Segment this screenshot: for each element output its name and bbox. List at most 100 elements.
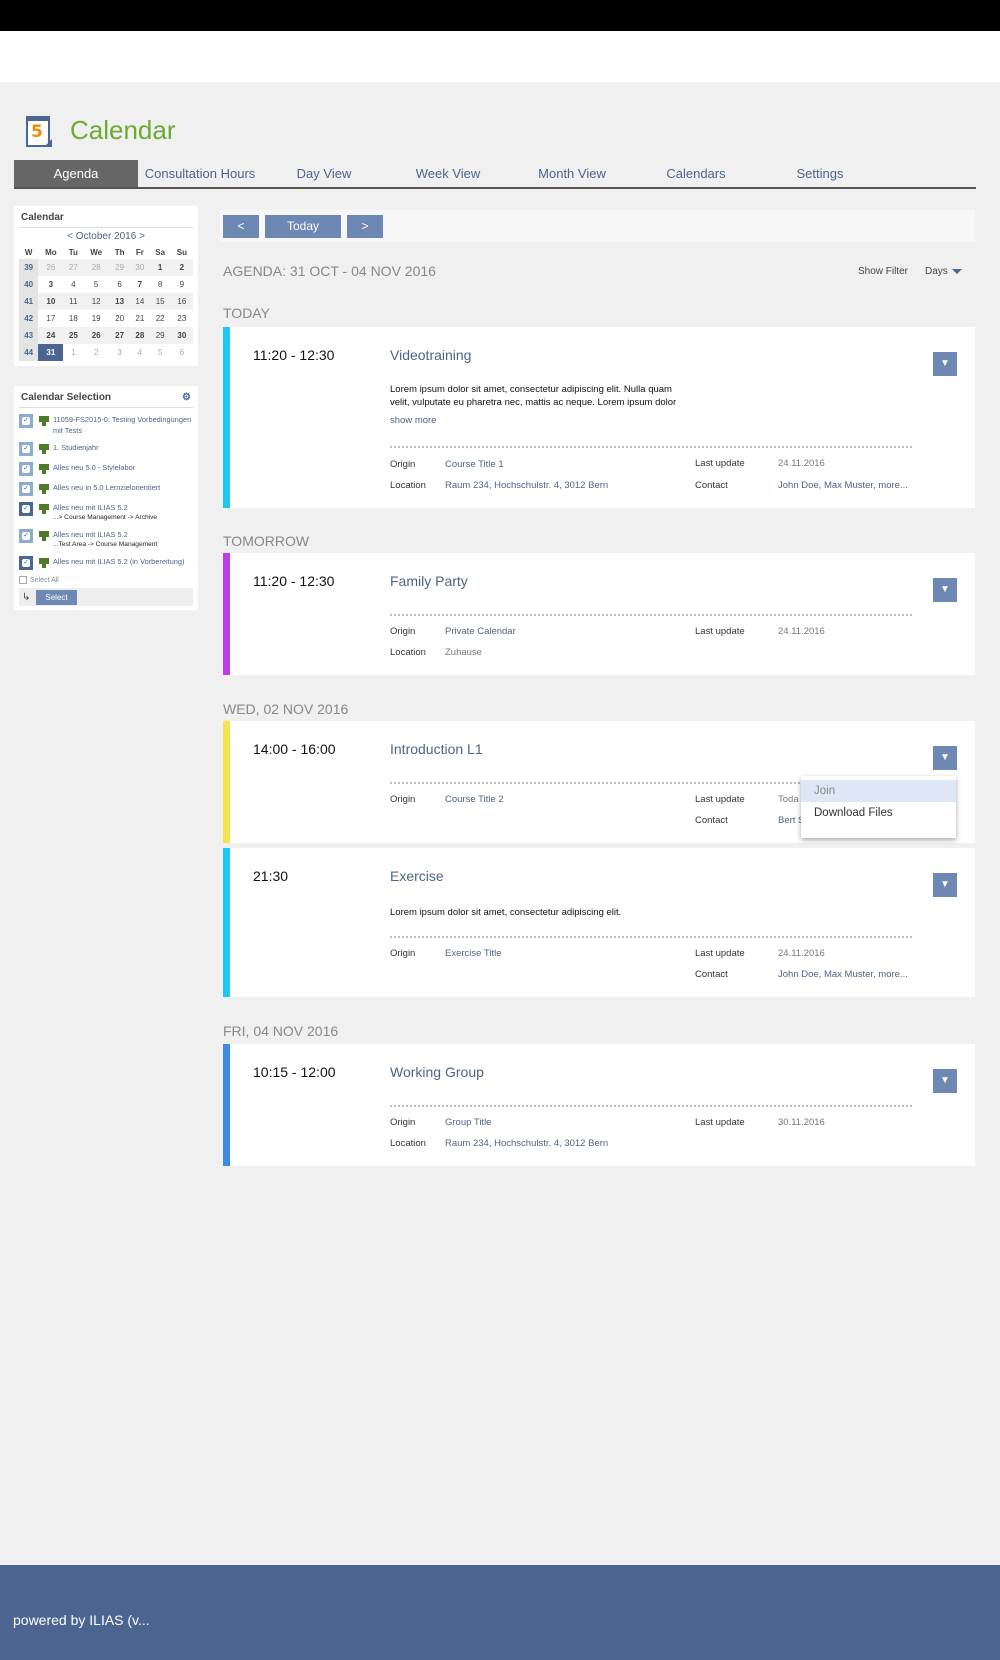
show-filter-link[interactable]: Show Filter <box>858 266 908 277</box>
calendar-day[interactable]: 4 <box>63 276 83 293</box>
calendar-day[interactable]: 28 <box>130 327 150 344</box>
calendar-day[interactable]: 20 <box>109 310 130 327</box>
calendar-selection-item[interactable]: ✓ Alles neu mit ILIAS 5.2 ...Test Area -> … <box>19 529 193 550</box>
checkbox[interactable]: ✓ <box>19 462 33 476</box>
week-number[interactable]: 44 <box>19 344 39 361</box>
menu-item-join[interactable]: Join <box>801 780 956 802</box>
tab-month-view[interactable]: Month View <box>510 160 634 187</box>
calendar-name[interactable]: Alles neu in 5.0 Lernzielorientiert <box>53 482 160 493</box>
week-number[interactable]: 42 <box>19 310 39 327</box>
event-title[interactable]: Videotraining <box>390 347 471 363</box>
origin-value[interactable]: Private Calendar <box>445 626 516 637</box>
calendar-day[interactable]: 23 <box>171 310 193 327</box>
tab-day-view[interactable]: Day View <box>262 160 386 187</box>
location-value[interactable]: Raum 234, Hochschulstr. 4, 3012 Bern <box>445 480 608 491</box>
menu-item-download-files[interactable]: Download Files <box>801 802 956 824</box>
location-value[interactable]: Raum 234, Hochschulstr. 4, 3012 Bern <box>445 1138 608 1149</box>
calendar-selection-item[interactable]: ✓ Alles neu mit ILIAS 5.2 (in Vorbereitun… <box>19 556 193 570</box>
checkbox[interactable]: ✓ <box>19 414 33 428</box>
event-actions-button[interactable]: ▼ <box>933 1069 957 1093</box>
calendar-day[interactable]: 19 <box>83 310 109 327</box>
origin-value[interactable]: Course Title 1 <box>445 459 504 470</box>
select-button[interactable]: Select <box>36 589 77 605</box>
event-actions-button[interactable]: ▼ <box>933 873 957 897</box>
calendar-day[interactable]: 28 <box>83 259 110 276</box>
calendar-selection-item[interactable]: ✓ Alles neu in 5.0 Lernzielorientiert <box>19 482 193 496</box>
week-number[interactable]: 41 <box>19 293 39 310</box>
checkbox[interactable]: ✓ <box>19 502 33 516</box>
calendar-name[interactable]: Alles neu mit ILIAS 5.2 (in Vorbereitung… <box>53 556 184 567</box>
calendar-day[interactable]: 6 <box>171 344 193 361</box>
calendar-day[interactable]: 2 <box>83 344 109 361</box>
event-card[interactable]: 10:15 - 12:00 Working Group ▼ Origin Gro… <box>223 1044 975 1166</box>
calendar-day[interactable]: 9 <box>171 276 193 293</box>
calendar-day[interactable]: 29 <box>149 327 171 344</box>
origin-value[interactable]: Group Title <box>445 1117 491 1128</box>
checkbox[interactable]: ✓ <box>19 556 33 570</box>
tab-settings[interactable]: Settings <box>758 160 882 187</box>
calendar-day[interactable]: 15 <box>149 293 171 310</box>
event-card[interactable]: 21:30 Exercise ▼ Lorem ipsum dolor sit a… <box>223 848 975 997</box>
calendar-day-today[interactable]: 31 <box>38 344 64 361</box>
calendar-day[interactable]: 4 <box>130 344 149 361</box>
calendar-day[interactable]: 14 <box>130 293 150 310</box>
show-more-link[interactable]: show more <box>390 415 436 426</box>
calendar-day[interactable]: 3 <box>38 276 63 293</box>
select-all-checkbox[interactable] <box>19 576 27 584</box>
calendar-day[interactable]: 1 <box>63 344 83 361</box>
calendar-day[interactable]: 13 <box>109 293 131 310</box>
calendar-day[interactable]: 30 <box>130 259 150 276</box>
calendar-day[interactable]: 1 <box>149 259 171 276</box>
calendar-name[interactable]: 1. Studienjahr <box>53 442 99 453</box>
calendar-day[interactable]: 11 <box>63 293 84 310</box>
calendar-day[interactable]: 7 <box>130 276 149 293</box>
week-number[interactable]: 40 <box>19 276 39 293</box>
calendar-selection-item[interactable]: ✓ 11059-FS2015-0: Testing Vorbedingungen … <box>19 414 193 436</box>
checkbox[interactable]: ✓ <box>19 482 33 496</box>
tab-calendars[interactable]: Calendars <box>634 160 758 187</box>
contact-value[interactable]: John Doe, Max Muster, more... <box>778 480 908 491</box>
event-actions-button[interactable]: ▼ <box>933 578 957 602</box>
calendar-name[interactable]: Alles neu mit ILIAS 5.2 <box>53 502 157 513</box>
event-title[interactable]: Family Party <box>390 573 468 589</box>
week-number[interactable]: 43 <box>19 327 39 344</box>
calendar-day[interactable]: 21 <box>130 310 149 327</box>
calendar-day[interactable]: 27 <box>109 327 131 344</box>
calendar-selection-item[interactable]: ✓ Alles neu 5.0 - Stylelabor <box>19 462 193 476</box>
calendar-day[interactable]: 16 <box>170 293 193 310</box>
calendar-selection-item[interactable]: ✓ 1. Studienjahr <box>19 442 193 456</box>
prev-button[interactable]: < <box>223 214 259 238</box>
calendar-name[interactable]: 11059-FS2015-0: Testing Vorbedingungen m… <box>53 414 193 436</box>
calendar-day[interactable]: 26 <box>83 327 110 344</box>
tab-agenda[interactable]: Agenda <box>14 160 138 187</box>
event-title[interactable]: Exercise <box>390 868 444 884</box>
contact-value[interactable]: John Doe, Max Muster, more... <box>778 969 908 980</box>
calendar-day[interactable]: 17 <box>38 310 63 327</box>
calendar-day[interactable]: 22 <box>150 310 171 327</box>
calendar-day[interactable]: 25 <box>63 327 84 344</box>
week-number[interactable]: 39 <box>19 259 39 276</box>
today-button[interactable]: Today <box>265 214 341 238</box>
calendar-day[interactable]: 26 <box>38 259 64 276</box>
calendar-day[interactable]: 5 <box>150 344 171 361</box>
checkbox[interactable]: ✓ <box>19 529 33 543</box>
event-actions-button[interactable]: ▼ <box>933 746 957 770</box>
calendar-day[interactable]: 27 <box>63 259 84 276</box>
origin-value[interactable]: Course Title 2 <box>445 794 504 805</box>
calendar-day[interactable]: 30 <box>170 327 193 344</box>
event-title[interactable]: Working Group <box>390 1064 484 1080</box>
checkbox[interactable]: ✓ <box>19 442 33 456</box>
event-actions-button[interactable]: ▼ <box>933 352 957 376</box>
next-button[interactable]: > <box>347 214 383 238</box>
calendar-day[interactable]: 12 <box>83 293 110 310</box>
tab-consultation-hours[interactable]: Consultation Hours <box>138 160 262 187</box>
calendar-day[interactable]: 24 <box>38 327 64 344</box>
tab-week-view[interactable]: Week View <box>386 160 510 187</box>
origin-value[interactable]: Exercise Title <box>445 948 502 959</box>
calendar-day[interactable]: 29 <box>109 259 131 276</box>
month-nav[interactable]: < October 2016 > <box>19 231 193 242</box>
select-all[interactable]: Select All <box>19 576 193 584</box>
calendar-day[interactable]: 5 <box>83 276 109 293</box>
event-title[interactable]: Introduction L1 <box>390 741 483 757</box>
event-card[interactable]: 11:20 - 12:30 Family Party ▼ Origin Priv… <box>223 553 975 675</box>
